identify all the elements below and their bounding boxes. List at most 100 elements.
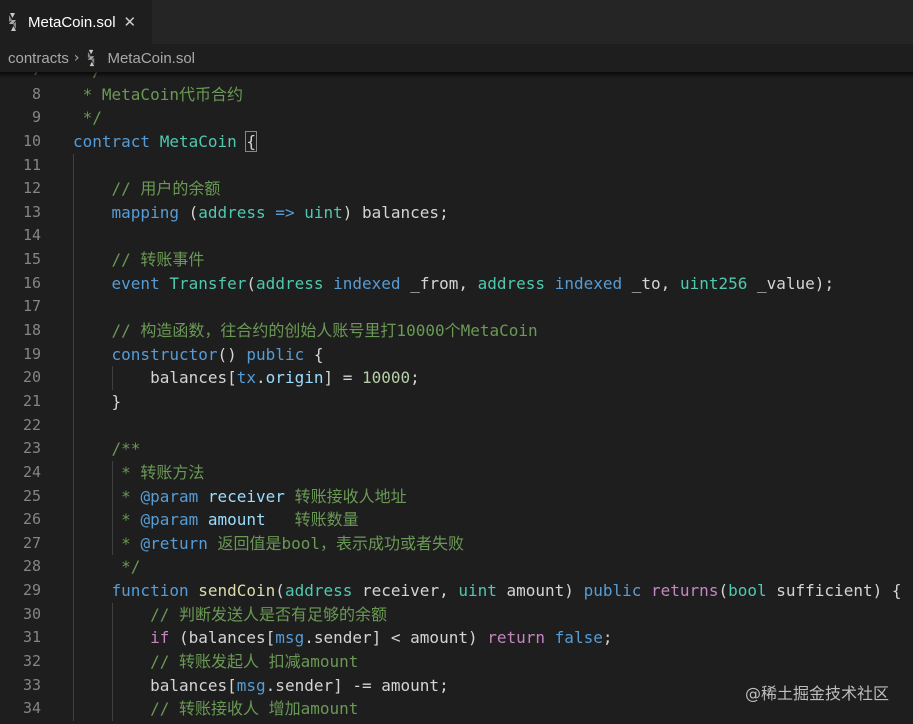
code-line[interactable]: 16 event Transfer(address indexed _from,… <box>0 271 913 296</box>
close-icon[interactable]: ✕ <box>124 13 137 31</box>
code-token: indexed <box>554 273 623 293</box>
code-token: balances[ <box>73 368 237 388</box>
code-line[interactable]: 32 // 转账发起人 扣减amount <box>0 650 913 674</box>
code-token: @return <box>140 533 208 553</box>
code-token: // 转账发起人 扣减amount <box>73 652 359 672</box>
code-token: address <box>477 273 546 293</box>
line-number: 29 <box>22 581 41 600</box>
tab-bar: MetaCoin.sol ✕ <box>0 0 913 44</box>
chevron-right-icon: › <box>73 50 80 66</box>
code-line[interactable]: 8 * MetaCoin代币合约 <box>0 83 913 107</box>
code-token: false <box>554 628 603 648</box>
code-line[interactable]: 19 constructor() public { <box>0 342 913 367</box>
code-token: // 构造函数，往合约的创始人账号里打10000个MetaCoin <box>73 321 538 341</box>
code-line[interactable]: 25 * @param receiver 转账接收人地址 <box>0 484 913 509</box>
code-token: tx <box>236 368 257 388</box>
code-token: * MetaCoin代币合约 <box>73 84 243 104</box>
code-token: if <box>150 628 170 648</box>
line-number: 22 <box>22 415 41 434</box>
code-text: // 判断发送人是否有足够的余额 <box>73 603 387 627</box>
code-token: address <box>198 202 266 222</box>
code-token: 转账数量 <box>265 510 359 530</box>
code-token: // 转账事件 <box>73 250 205 270</box>
code-token: () <box>217 344 247 364</box>
code-line[interactable]: 18 // 构造函数，往合约的创始人账号里打10000个MetaCoin <box>0 319 913 343</box>
line-number: 23 <box>22 439 41 458</box>
code-text: * MetaCoin代币合约 <box>73 83 243 107</box>
code-text: } <box>73 390 122 414</box>
line-number: 12 <box>22 179 41 198</box>
breadcrumb-folder[interactable]: contracts <box>8 50 69 67</box>
line-number: 31 <box>22 628 41 647</box>
code-line[interactable]: 29 function sendCoin(address receiver, u… <box>0 579 913 603</box>
code-text: * 转账方法 <box>73 461 204 485</box>
code-line[interactable]: 21 } <box>0 389 913 414</box>
code-line[interactable]: 26 * @param amount 转账数量 <box>0 508 913 532</box>
code-token: * <box>73 510 141 530</box>
line-number: 25 <box>22 486 41 505</box>
code-line[interactable]: 12 // 用户的余额 <box>0 177 913 201</box>
tab-metacoin[interactable]: MetaCoin.sol ✕ <box>0 0 152 44</box>
code-token: receiver <box>207 486 285 506</box>
code-token: public <box>246 344 305 364</box>
code-line[interactable]: 33 balances[msg.sender] -= amount; <box>0 673 913 698</box>
code-token: ; <box>602 628 613 648</box>
code-token: => <box>265 202 305 222</box>
code-line[interactable]: 27 * @return 返回值是bool，表示成功或者失败 <box>0 531 913 556</box>
code-token: _value); <box>747 273 835 293</box>
code-token: balances[ <box>73 675 237 695</box>
code-token: .sender] < amount) <box>304 628 488 648</box>
code-token: uint <box>304 202 343 222</box>
code-text: */ <box>73 72 102 83</box>
code-line[interactable]: 31 if (balances[msg.sender] < amount) re… <box>0 626 913 651</box>
indent-guide <box>73 295 74 320</box>
code-token: // 判断发送人是否有足够的余额 <box>73 604 387 624</box>
code-text: contract MetaCoin { <box>73 130 258 154</box>
code-line[interactable]: 23 /** <box>0 437 913 461</box>
code-token: msg <box>236 675 266 695</box>
code-line[interactable]: 11 <box>0 153 913 178</box>
code-token: ; <box>410 368 420 388</box>
line-number: 15 <box>22 250 41 269</box>
code-token: uint256 <box>679 273 748 293</box>
code-token: */ <box>73 72 102 80</box>
code-line[interactable]: 14 <box>0 224 913 249</box>
code-token: 10000 <box>362 368 411 388</box>
code-line[interactable]: 34 // 转账接收人 增加amount <box>0 697 913 721</box>
code-token: indexed <box>333 273 401 293</box>
code-line[interactable]: 24 * 转账方法 <box>0 460 913 485</box>
code-line[interactable]: 17 <box>0 295 913 320</box>
line-number: 20 <box>22 368 41 387</box>
code-text: // 构造函数，往合约的创始人账号里打10000个MetaCoin <box>73 319 538 343</box>
code-line[interactable]: 9 */ <box>0 106 913 130</box>
breadcrumb-file[interactable]: MetaCoin.sol <box>107 50 195 67</box>
code-line[interactable]: 15 // 转账事件 <box>0 248 913 272</box>
code-token: // 用户的余额 <box>73 179 221 199</box>
code-text: */ <box>73 106 102 130</box>
line-number: 33 <box>22 675 41 694</box>
code-line[interactable]: 13 mapping (address => uint) balances; <box>0 200 913 225</box>
code-token: */ <box>73 108 102 128</box>
code-line[interactable]: 30 // 判断发送人是否有足够的余额 <box>0 602 913 627</box>
indent-guide <box>73 224 74 249</box>
code-text: // 转账接收人 增加amount <box>73 697 358 721</box>
code-line[interactable]: 20 balances[tx.origin] = 10000; <box>0 366 913 390</box>
code-token: origin <box>265 368 324 388</box>
code-lines: 7 */8 * MetaCoin代币合约9 */10contract MetaC… <box>0 72 913 721</box>
code-line[interactable]: 7 */ <box>0 72 913 83</box>
line-number: 17 <box>22 297 41 316</box>
code-line[interactable]: 22 <box>0 413 913 438</box>
indent-guide <box>73 413 74 438</box>
solidity-file-icon <box>9 13 16 31</box>
code-line[interactable]: 28 */ <box>0 555 913 580</box>
code-text: /** <box>73 437 141 461</box>
code-line[interactable]: 10 contract MetaCoin { <box>0 130 913 154</box>
code-token: sufficient) { <box>766 581 902 601</box>
code-editor[interactable]: 7 */8 * MetaCoin代币合约9 */10contract MetaC… <box>0 72 913 724</box>
